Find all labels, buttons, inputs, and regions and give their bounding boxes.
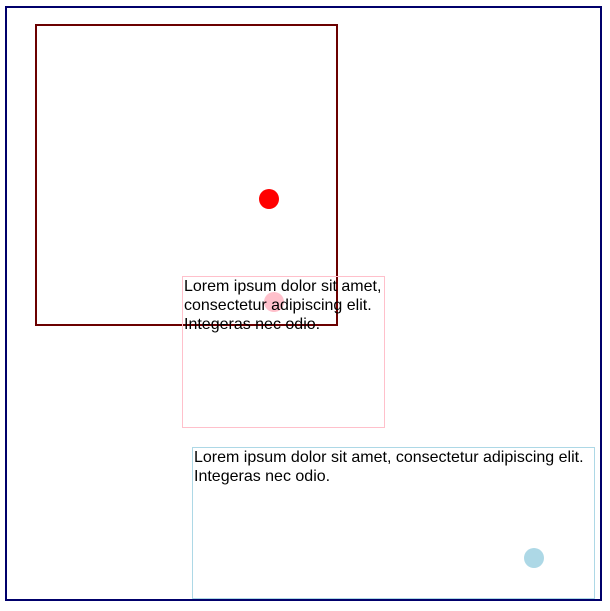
pink-box-text: Lorem ipsum dolor sit amet, consectetur … (184, 278, 382, 333)
light-blue-box-text: Lorem ipsum dolor sit amet, consectetur … (194, 449, 584, 485)
light-blue-dot (524, 548, 544, 568)
red-dot (259, 189, 279, 209)
